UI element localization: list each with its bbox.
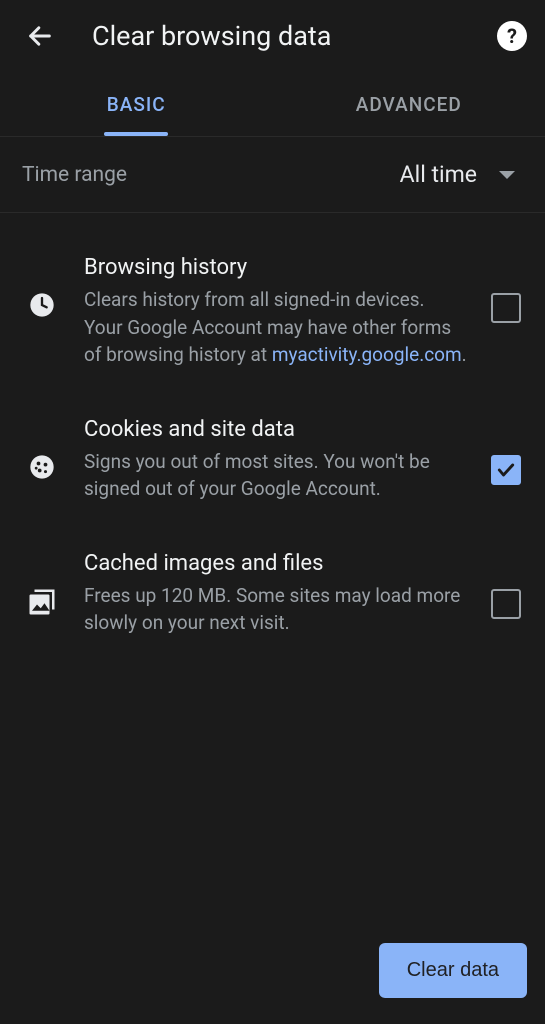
clear-data-button[interactable]: Clear data [379,943,527,998]
time-range-label: Time range [22,163,400,187]
arrow-left-icon [26,22,54,50]
time-range-select[interactable]: All time [400,161,523,188]
page-title: Clear browsing data [62,20,497,52]
option-description: Clears history from all signed-in device… [84,286,467,369]
clock-icon [24,255,60,319]
option-body: Browsing history Clears history from all… [84,255,467,369]
chevron-down-icon [499,171,515,179]
checkbox-cached[interactable] [491,589,521,619]
option-cookies[interactable]: Cookies and site data Signs you out of m… [0,393,545,527]
help-button[interactable]: ? [497,21,527,51]
help-icon: ? [507,24,517,48]
option-body: Cookies and site data Signs you out of m… [84,417,467,503]
option-browsing-history[interactable]: Browsing history Clears history from all… [0,231,545,393]
option-title: Cached images and files [84,551,467,576]
time-range-value: All time [400,161,477,188]
image-stack-icon [24,551,60,617]
option-title: Browsing history [84,255,467,280]
option-description: Frees up 120 MB. Some sites may load mor… [84,582,467,637]
back-button[interactable] [18,14,62,58]
footer: Clear data [0,934,545,1024]
tab-basic[interactable]: BASIC [0,72,273,136]
header: Clear browsing data ? [0,0,545,72]
option-cached[interactable]: Cached images and files Frees up 120 MB.… [0,527,545,661]
checkbox-cookies[interactable] [491,455,521,485]
checkbox-browsing-history[interactable] [491,293,521,323]
myactivity-link[interactable]: myactivity.google.com [272,343,462,366]
option-description: Signs you out of most sites. You won't b… [84,448,467,503]
option-title: Cookies and site data [84,417,467,442]
option-body: Cached images and files Frees up 120 MB.… [84,551,467,637]
tab-advanced[interactable]: ADVANCED [273,72,545,136]
time-range-row: Time range All time [0,137,545,212]
options-list: Browsing history Clears history from all… [0,213,545,661]
tabs: BASIC ADVANCED [0,72,545,136]
cookie-icon [24,417,60,481]
